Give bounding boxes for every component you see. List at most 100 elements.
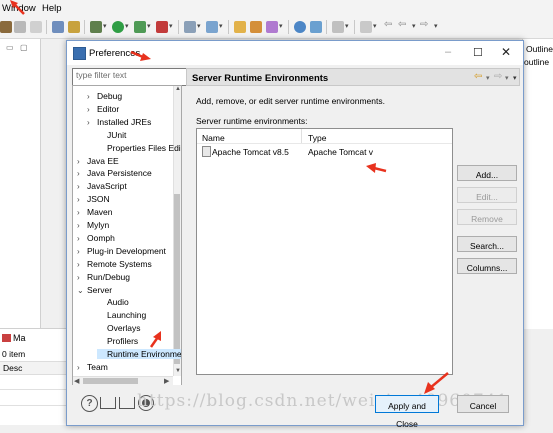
edit-button[interactable]: Edit... [457, 187, 517, 203]
back-arrow-icon[interactable]: ⇦ [384, 19, 392, 30]
toolbar-tool-icon[interactable] [250, 21, 262, 33]
maximize-icon[interactable]: ▢ [20, 43, 28, 52]
chevron-right-icon[interactable]: › [77, 208, 87, 217]
name-column-header[interactable]: Name [202, 133, 225, 143]
export-icon[interactable] [119, 397, 135, 409]
menu-help[interactable]: Help [42, 3, 62, 14]
tree-item[interactable]: › JavaScript [77, 181, 127, 191]
chevron-right-icon[interactable]: › [77, 260, 87, 269]
view-title[interactable]: Ma [13, 333, 26, 343]
toolbar-tool-icon[interactable] [52, 21, 64, 33]
chevron-down-icon[interactable]: ▾ [373, 22, 377, 30]
chevron-down-icon[interactable]: ▾ [169, 22, 173, 30]
column-divider[interactable] [301, 129, 302, 143]
toolbar-tool-icon[interactable] [332, 21, 344, 33]
tree-item[interactable]: › Team [77, 362, 108, 372]
toolbar-tool-icon[interactable] [68, 21, 80, 33]
tree-item[interactable]: ⌄ Server [77, 285, 112, 295]
tree-item[interactable]: › JSON [77, 194, 110, 204]
tree-item[interactable]: › Editor [87, 104, 119, 114]
chevron-right-icon[interactable]: › [87, 105, 97, 114]
chevron-right-icon[interactable]: › [77, 169, 87, 178]
type-column-header[interactable]: Type [308, 133, 326, 143]
chevron-down-icon[interactable]: ▾ [412, 22, 416, 30]
back-arrow-icon[interactable]: ⇦ [474, 71, 482, 82]
toolbar-tool-icon[interactable] [266, 21, 278, 33]
chevron-right-icon[interactable]: › [77, 157, 87, 166]
tree-item[interactable]: Audio [97, 297, 129, 307]
tree-item[interactable]: Profilers [97, 336, 138, 346]
debug-icon[interactable] [90, 21, 102, 33]
tree-item[interactable]: › Mylyn [77, 220, 109, 230]
chevron-right-icon[interactable]: › [77, 363, 87, 372]
chevron-right-icon[interactable]: › [77, 182, 87, 191]
tree-item[interactable]: › Run/Debug [77, 272, 130, 282]
chevron-down-icon[interactable]: ▾ [279, 22, 283, 30]
tree-item[interactable]: Runtime Environme [97, 349, 181, 359]
search-button[interactable]: Search... [457, 236, 517, 252]
close-icon[interactable]: ✕ [501, 45, 511, 59]
toolbar-tool-icon[interactable] [310, 21, 322, 33]
scroll-down-icon[interactable]: ▼ [175, 368, 181, 374]
apply-and-close-button[interactable]: Apply and Close [375, 395, 439, 429]
toolbar-tool-icon[interactable] [30, 21, 42, 33]
tree-item[interactable]: Launching [97, 310, 146, 320]
globe-icon[interactable] [294, 21, 306, 33]
remove-button[interactable]: Remove [457, 209, 517, 225]
toolbar-tool-icon[interactable] [184, 21, 196, 33]
scroll-left-icon[interactable]: ◀ [74, 377, 79, 385]
tree-item[interactable]: › Debug [87, 91, 122, 101]
external-tools-icon[interactable] [156, 21, 168, 33]
toolbar-tool-icon[interactable] [0, 21, 12, 33]
chevron-right-icon[interactable]: › [77, 221, 87, 230]
tree-item[interactable]: Properties Files Edi [97, 143, 181, 153]
open-folder-icon[interactable] [234, 21, 246, 33]
import-icon[interactable] [100, 397, 116, 409]
chevron-down-icon[interactable]: ▾ [103, 22, 107, 30]
chevron-down-icon[interactable]: ▾ [147, 22, 151, 30]
tree-item[interactable]: › Java Persistence [77, 168, 152, 178]
minimize-icon[interactable]: ▭ [6, 43, 14, 52]
tree-item[interactable]: Overlays [97, 323, 141, 333]
columns-button[interactable]: Columns... [457, 258, 517, 274]
maximize-window-icon[interactable]: ☐ [473, 46, 483, 59]
tree-item[interactable]: › Remote Systems [77, 259, 152, 269]
chevron-down-icon[interactable]: ▾ [125, 22, 129, 30]
tree-item[interactable]: › Oomph [77, 233, 115, 243]
tree-scroll-thumb[interactable] [174, 194, 180, 364]
add-button[interactable]: Add... [457, 165, 517, 181]
toolbar-tool-icon[interactable] [14, 21, 26, 33]
toolbar-tool-icon[interactable] [206, 21, 218, 33]
chevron-right-icon[interactable]: › [87, 92, 97, 101]
filter-input[interactable]: type filter text [72, 68, 188, 86]
tree-item[interactable]: › Plug-in Development [77, 246, 166, 256]
chevron-right-icon[interactable]: › [87, 118, 97, 127]
tree-hscroll-thumb[interactable] [83, 378, 138, 384]
run-icon[interactable] [112, 21, 124, 33]
view-menu-icon[interactable]: ▾ [513, 74, 517, 82]
table-row[interactable]: Apache Tomcat v8.5 Apache Tomcat v [197, 144, 452, 158]
scroll-right-icon[interactable]: ▶ [164, 377, 169, 385]
chevron-down-icon[interactable]: ⌄ [77, 286, 87, 295]
tree-item[interactable]: JUnit [97, 130, 126, 140]
cancel-button[interactable]: Cancel [457, 395, 509, 413]
chevron-down-icon[interactable]: ▾ [486, 74, 490, 82]
chevron-down-icon[interactable]: ▾ [505, 74, 509, 82]
outline-title[interactable]: Outline [526, 44, 553, 54]
tree-item[interactable]: › Java EE [77, 156, 119, 166]
chevron-down-icon[interactable]: ▾ [197, 22, 201, 30]
forward-arrow-icon[interactable]: ⇨ [494, 71, 502, 82]
chevron-down-icon[interactable]: ▾ [345, 22, 349, 30]
toolbar-tool-icon[interactable] [134, 21, 146, 33]
tree-item[interactable]: › Installed JREs [87, 117, 151, 127]
help-icon[interactable]: ? [81, 395, 98, 412]
scroll-up-icon[interactable]: ▲ [175, 86, 181, 92]
chevron-right-icon[interactable]: › [77, 234, 87, 243]
minimize-window-icon[interactable]: – [445, 46, 451, 58]
chevron-down-icon[interactable]: ▾ [219, 22, 223, 30]
tree-item[interactable]: › Maven [77, 207, 113, 217]
description-column-header[interactable]: Desc [3, 363, 22, 373]
toolbar-tool-icon[interactable] [360, 21, 372, 33]
forward-arrow-icon[interactable]: ⇨ [420, 19, 428, 30]
chevron-right-icon[interactable]: › [77, 247, 87, 256]
